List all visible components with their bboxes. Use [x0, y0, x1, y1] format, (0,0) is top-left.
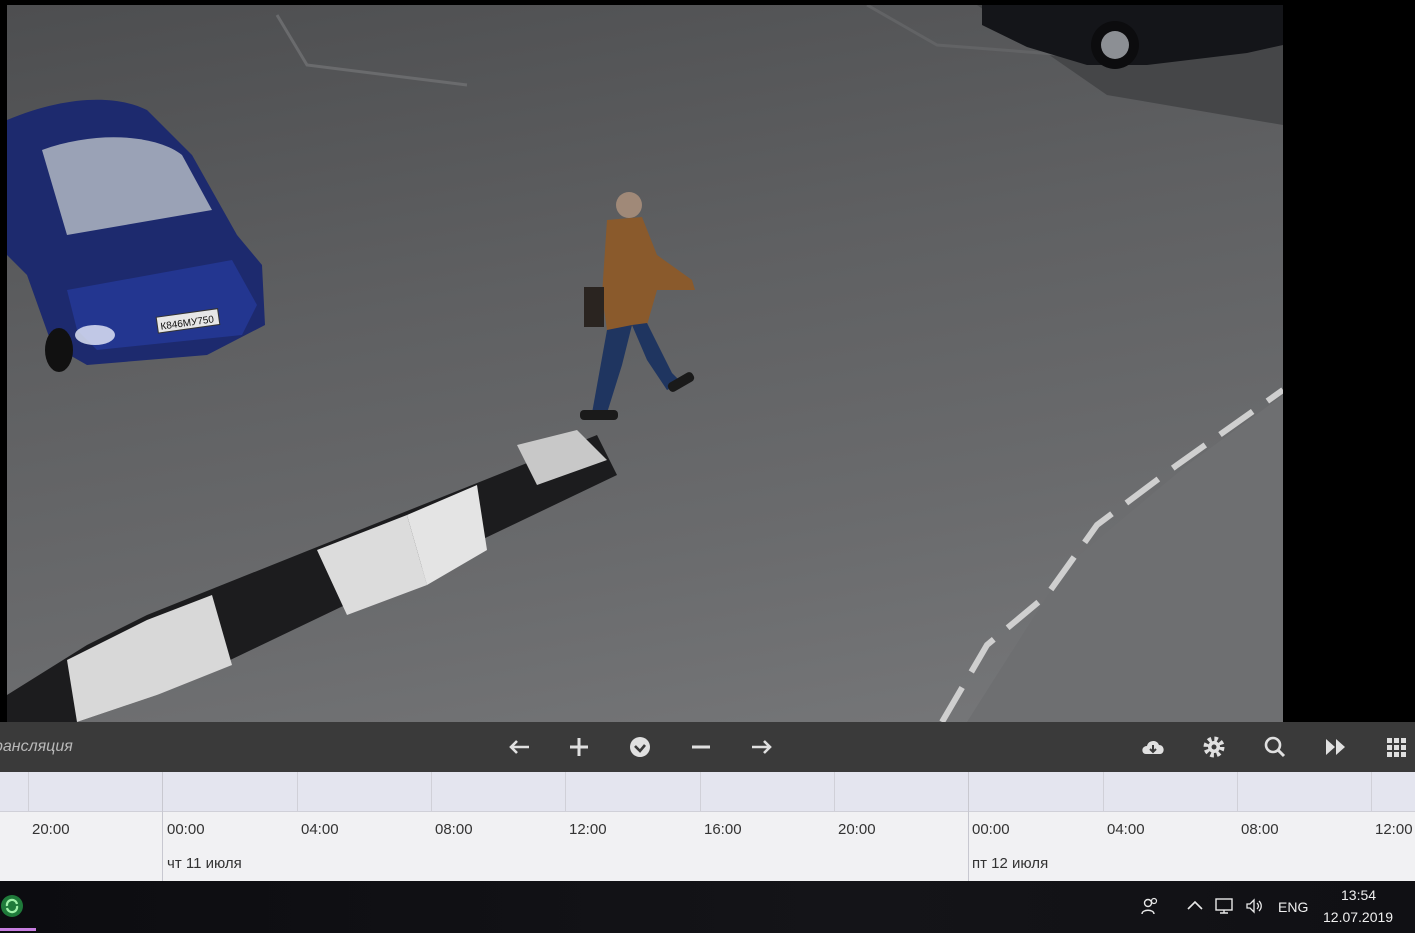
- hour-label: 20:00: [838, 821, 876, 838]
- check-circle-icon: [630, 737, 650, 757]
- zoom-out-button[interactable]: [687, 733, 715, 761]
- camera-scene: К846МУ750: [7, 5, 1283, 722]
- search-button[interactable]: [1261, 733, 1289, 761]
- hour-label: 20:00: [32, 821, 70, 838]
- player-controls: рансляция: [0, 722, 1415, 772]
- cloud-download-icon: [1142, 740, 1164, 754]
- video-viewport[interactable]: К846МУ750: [0, 0, 1415, 722]
- show-hidden-icons-button[interactable]: [1185, 896, 1205, 921]
- hour-label: 16:00: [704, 821, 742, 838]
- minus-icon: [692, 745, 710, 749]
- hour-label: 00:00: [972, 821, 1010, 838]
- arrow-left-icon: [509, 740, 529, 754]
- taskbar: ENG 13:54 12.07.2019: [0, 881, 1415, 933]
- next-button[interactable]: [748, 733, 776, 761]
- network-icon: [1215, 898, 1233, 914]
- timeline-tick: [431, 772, 432, 811]
- arrow-right-icon: [752, 740, 772, 754]
- timeline-tick: [297, 772, 298, 811]
- taskbar-app-button[interactable]: [0, 891, 26, 921]
- active-app-indicator: [0, 928, 36, 931]
- fast-forward-icon: [1326, 739, 1345, 755]
- timeline-tick: [834, 772, 835, 811]
- hour-label: 00:00: [167, 821, 205, 838]
- hour-label: 12:00: [1375, 821, 1413, 838]
- gear-icon: [1203, 736, 1225, 758]
- layout-grid-button[interactable]: [1383, 733, 1411, 761]
- pedestrian: [580, 192, 695, 420]
- clock-date[interactable]: 12.07.2019: [1323, 909, 1393, 925]
- timeline-tick: [700, 772, 701, 811]
- day-label: чт 11 июля: [167, 855, 242, 872]
- people-icon: [1141, 897, 1158, 915]
- timeline-tick: [1237, 772, 1238, 811]
- speaker-icon: [1246, 898, 1262, 914]
- search-icon: [1264, 736, 1286, 758]
- plus-icon: [570, 738, 588, 756]
- day-label: пт 12 июля: [972, 855, 1049, 872]
- day-separator: [162, 772, 163, 881]
- people-button[interactable]: [1140, 896, 1160, 921]
- hour-label: 12:00: [569, 821, 607, 838]
- camera-frame[interactable]: К846МУ750: [7, 5, 1283, 722]
- hour-label: 08:00: [1241, 821, 1279, 838]
- download-button[interactable]: [1139, 733, 1167, 761]
- app-refresh-icon: [1, 895, 23, 917]
- timeline-tick: [1103, 772, 1104, 811]
- previous-button[interactable]: [505, 733, 533, 761]
- hour-label: 08:00: [435, 821, 473, 838]
- clock-time[interactable]: 13:54: [1341, 887, 1376, 903]
- timeline-tick: [565, 772, 566, 811]
- timeline-track[interactable]: [0, 772, 1415, 812]
- blue-car: К846МУ750: [7, 99, 265, 372]
- grid-icon: [1387, 738, 1406, 757]
- chevron-up-icon: [1187, 900, 1203, 910]
- hour-label: 04:00: [1107, 821, 1145, 838]
- timeline-tick: [1371, 772, 1372, 811]
- input-language[interactable]: ENG: [1278, 899, 1308, 915]
- mode-label: рансляция: [0, 738, 73, 755]
- curb: [7, 430, 617, 722]
- network-button[interactable]: [1214, 896, 1234, 921]
- hour-label: 04:00: [301, 821, 339, 838]
- timeline[interactable]: 20:00 00:00 04:00 08:00 12:00 16:00 20:0…: [0, 772, 1415, 881]
- settings-button[interactable]: [1200, 733, 1228, 761]
- day-separator: [968, 772, 969, 881]
- volume-button[interactable]: [1244, 896, 1264, 921]
- select-button[interactable]: [626, 733, 654, 761]
- zoom-in-button[interactable]: [565, 733, 593, 761]
- fast-forward-button[interactable]: [1322, 733, 1350, 761]
- timeline-tick: [28, 772, 29, 811]
